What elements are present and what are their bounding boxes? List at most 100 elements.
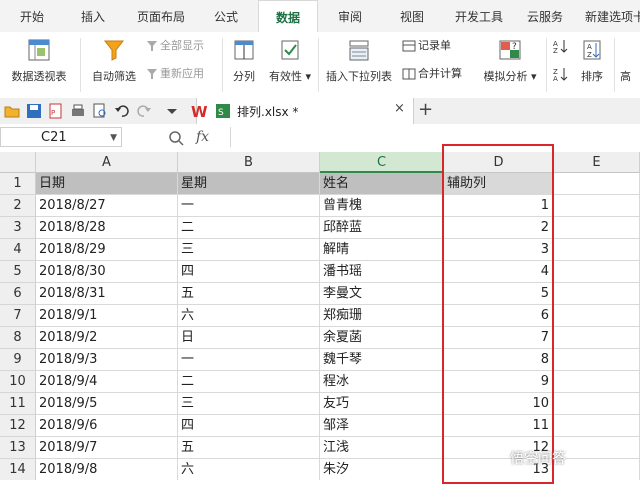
row-header[interactable]: 5	[0, 261, 36, 283]
cell-d[interactable]: 1	[444, 195, 554, 217]
split-column-button[interactable]: 分列	[226, 32, 262, 98]
record-form-button[interactable]: 记录单	[402, 36, 451, 56]
reapply-button[interactable]: 重新应用	[146, 64, 204, 84]
cell-a[interactable]: 2018/9/7	[36, 437, 178, 459]
cell-e[interactable]	[554, 173, 640, 195]
cell-d[interactable]: 9	[444, 371, 554, 393]
row-header[interactable]: 6	[0, 283, 36, 305]
cell-b[interactable]: 日	[178, 327, 320, 349]
chevron-down-icon[interactable]: ▼	[110, 128, 117, 148]
cell-a[interactable]: 2018/9/1	[36, 305, 178, 327]
cell-a[interactable]: 2018/9/5	[36, 393, 178, 415]
cell-c[interactable]: 邱醉蓝	[320, 217, 444, 239]
cell-c[interactable]: 余夏菡	[320, 327, 444, 349]
sort-desc-button[interactable]: ZA	[552, 64, 570, 84]
tab-new[interactable]: 新建选项卡	[580, 0, 640, 32]
cell-e[interactable]	[554, 393, 640, 415]
cell-e[interactable]	[554, 195, 640, 217]
cell-e[interactable]	[554, 283, 640, 305]
cell-e[interactable]	[554, 305, 640, 327]
row-header[interactable]: 3	[0, 217, 36, 239]
tab-formulas[interactable]: 公式	[204, 0, 248, 32]
cell-d[interactable]: 6	[444, 305, 554, 327]
cell-d[interactable]: 3	[444, 239, 554, 261]
sort-asc-button[interactable]: AZ	[552, 36, 570, 56]
cell-e[interactable]	[554, 261, 640, 283]
cell-c[interactable]: 李曼文	[320, 283, 444, 305]
row-header[interactable]: 11	[0, 393, 36, 415]
row-header[interactable]: 7	[0, 305, 36, 327]
cell-a[interactable]: 2018/9/3	[36, 349, 178, 371]
chevron-down-icon[interactable]	[164, 103, 180, 119]
row-header[interactable]: 2	[0, 195, 36, 217]
tab-data[interactable]: 数据	[258, 0, 318, 33]
cell-d[interactable]: 5	[444, 283, 554, 305]
autofilter-button[interactable]: 自动筛选	[86, 32, 142, 98]
cell-e[interactable]	[554, 217, 640, 239]
new-tab-button[interactable]: +	[418, 99, 433, 120]
row-header[interactable]: 9	[0, 349, 36, 371]
cell-e[interactable]	[554, 239, 640, 261]
insert-dropdown-button[interactable]: 插入下拉列表	[322, 32, 396, 98]
cell-c[interactable]: 程冰	[320, 371, 444, 393]
cell-b[interactable]: 一	[178, 195, 320, 217]
cell-a[interactable]: 2018/9/6	[36, 415, 178, 437]
cell-a[interactable]: 2018/8/31	[36, 283, 178, 305]
merge-calc-button[interactable]: 合并计算	[402, 64, 462, 84]
close-icon[interactable]: ×	[394, 101, 405, 116]
cell-b[interactable]: 五	[178, 283, 320, 305]
sort-button[interactable]: AZ 排序	[572, 32, 612, 98]
cell-c[interactable]: 郑痴珊	[320, 305, 444, 327]
cell-e[interactable]	[554, 327, 640, 349]
cell-c[interactable]: 魏千琴	[320, 349, 444, 371]
show-all-button[interactable]: 全部显示	[146, 36, 204, 56]
cell-b[interactable]: 四	[178, 415, 320, 437]
cell-b[interactable]: 六	[178, 305, 320, 327]
open-folder-icon[interactable]	[4, 103, 20, 119]
print-preview-icon[interactable]	[92, 103, 108, 119]
undo-icon[interactable]	[114, 103, 130, 119]
cell-c[interactable]: 友巧	[320, 393, 444, 415]
file-tab[interactable]: W S 排列.xlsx * ×	[191, 98, 414, 124]
name-box[interactable]: C21 ▼	[0, 127, 122, 147]
cell-c[interactable]: 朱汐	[320, 459, 444, 480]
column-header-c[interactable]: C	[320, 152, 444, 173]
cell-b[interactable]: 一	[178, 349, 320, 371]
cell-d[interactable]: 辅助列	[444, 173, 554, 195]
print-icon[interactable]	[70, 103, 86, 119]
cell-d[interactable]: 7	[444, 327, 554, 349]
cell-d[interactable]: 8	[444, 349, 554, 371]
row-header[interactable]: 14	[0, 459, 36, 480]
column-header-e[interactable]: E	[554, 152, 640, 173]
cell-e[interactable]	[554, 415, 640, 437]
cell-e[interactable]	[554, 371, 640, 393]
cell-d[interactable]: 10	[444, 393, 554, 415]
cell-e[interactable]	[554, 437, 640, 459]
cell-a[interactable]: 2018/8/28	[36, 217, 178, 239]
function-icon[interactable]: fx	[196, 129, 209, 145]
tab-home[interactable]: 开始	[8, 0, 56, 32]
row-header[interactable]: 10	[0, 371, 36, 393]
cell-a[interactable]: 日期	[36, 173, 178, 195]
cell-e[interactable]	[554, 459, 640, 480]
select-all-corner[interactable]	[0, 152, 36, 173]
cell-c[interactable]: 曾青槐	[320, 195, 444, 217]
cell-a[interactable]: 2018/8/27	[36, 195, 178, 217]
cell-b[interactable]: 二	[178, 217, 320, 239]
tab-cloud[interactable]: 云服务	[520, 0, 570, 32]
cell-d[interactable]: 4	[444, 261, 554, 283]
row-header[interactable]: 12	[0, 415, 36, 437]
cell-b[interactable]: 三	[178, 393, 320, 415]
cell-d[interactable]: 11	[444, 415, 554, 437]
tab-review[interactable]: 审阅	[328, 0, 372, 32]
formula-input[interactable]	[230, 127, 640, 147]
tab-insert[interactable]: 插入	[68, 0, 118, 32]
cell-b[interactable]: 四	[178, 261, 320, 283]
simulate-analysis-button[interactable]: ? 模拟分析 ▾	[478, 32, 542, 98]
cell-b[interactable]: 星期	[178, 173, 320, 195]
export-pdf-icon[interactable]: P	[48, 103, 64, 119]
cell-c[interactable]: 解晴	[320, 239, 444, 261]
row-header[interactable]: 1	[0, 173, 36, 195]
cell-c[interactable]: 江浅	[320, 437, 444, 459]
validity-button[interactable]: 有效性 ▾	[264, 32, 316, 98]
